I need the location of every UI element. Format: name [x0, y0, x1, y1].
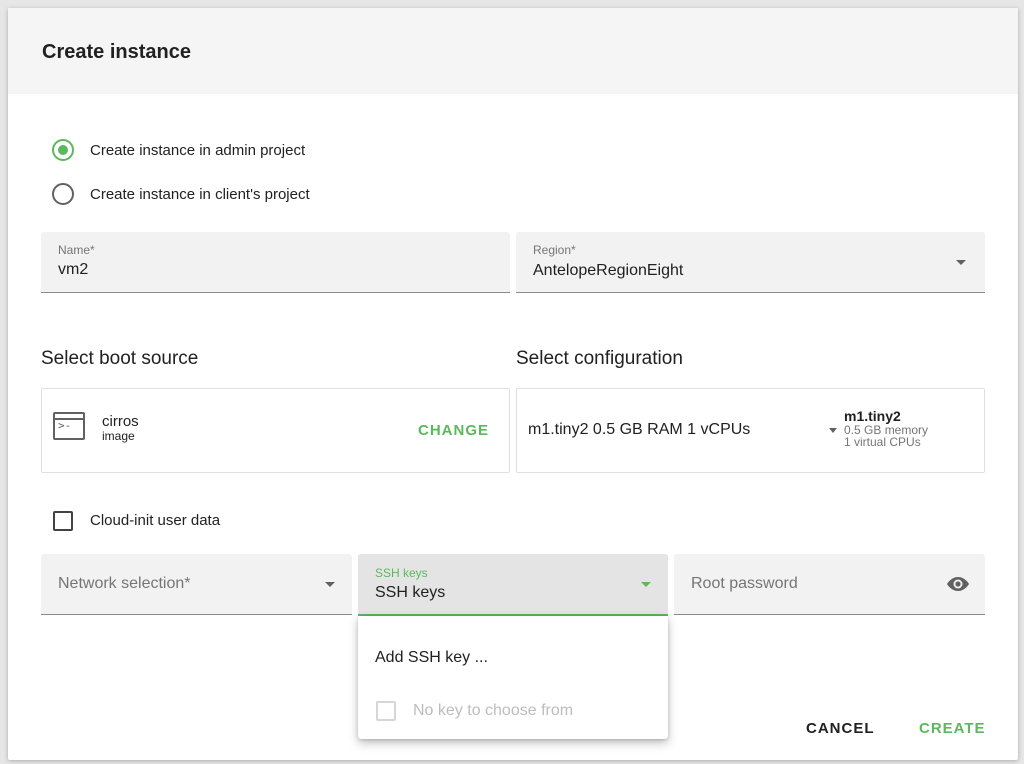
- radio-label-admin-project: Create instance in admin project: [90, 141, 306, 159]
- region-select[interactable]: Region* AntelopeRegionEight: [516, 232, 985, 293]
- configuration-selected: m1.tiny2 0.5 GB RAM 1 vCPUs: [528, 421, 751, 438]
- radio-button-unchecked[interactable]: [52, 183, 74, 205]
- network-select-placeholder: Network selection*: [58, 575, 191, 592]
- name-field-value[interactable]: vm2: [58, 261, 88, 279]
- caret-down-icon: [956, 260, 966, 265]
- radio-button-checked[interactable]: [52, 139, 74, 161]
- root-password-placeholder[interactable]: Root password: [691, 575, 798, 593]
- radio-admin-project[interactable]: Create instance in admin project: [52, 138, 305, 162]
- cloud-init-label: Cloud-init user data: [90, 512, 221, 529]
- no-key-checkbox: [376, 701, 396, 721]
- flavor-name: m1.tiny2: [844, 408, 901, 424]
- boot-source-title: Select boot source: [41, 348, 199, 369]
- configuration-title: Select configuration: [516, 348, 683, 369]
- flavor-cpus: 1 virtual CPUs: [844, 435, 921, 449]
- radio-client-project[interactable]: Create instance in client's project: [52, 182, 310, 206]
- cancel-button[interactable]: CANCEL: [806, 720, 875, 737]
- name-field-label: Name*: [58, 243, 95, 257]
- ssh-keys-dropdown: Add SSH key ... No key to choose from: [358, 616, 668, 739]
- region-field-label: Region*: [533, 243, 576, 257]
- add-ssh-key-item[interactable]: Add SSH key ...: [375, 649, 488, 667]
- eye-icon[interactable]: [945, 574, 971, 594]
- caret-down-icon: [325, 582, 335, 587]
- boot-source-name: cirros: [102, 413, 139, 430]
- name-field[interactable]: Name* vm2: [41, 232, 510, 293]
- boot-source-card: >- cirros image CHANGE: [41, 388, 510, 473]
- caret-down-icon: [641, 582, 651, 587]
- root-password-field[interactable]: Root password: [674, 554, 985, 615]
- ssh-keys-value: SSH keys: [375, 584, 446, 601]
- dialog-header: Create instance: [8, 8, 1018, 94]
- network-select[interactable]: Network selection*: [41, 554, 352, 615]
- caret-down-icon[interactable]: [829, 428, 837, 433]
- terminal-icon: >-: [53, 412, 85, 440]
- ssh-keys-select[interactable]: SSH keys SSH keys: [358, 554, 668, 616]
- boot-source-type: image: [102, 429, 135, 443]
- configuration-card[interactable]: m1.tiny2 0.5 GB RAM 1 vCPUs m1.tiny2 0.5…: [516, 388, 985, 473]
- ssh-keys-label: SSH keys: [375, 566, 428, 580]
- create-instance-dialog: Create instance Create instance in admin…: [8, 8, 1018, 760]
- create-button[interactable]: CREATE: [919, 720, 986, 737]
- dialog-title: Create instance: [42, 41, 191, 63]
- no-key-label: No key to choose from: [413, 702, 574, 719]
- cloud-init-checkbox[interactable]: [53, 511, 73, 531]
- change-boot-source-button[interactable]: CHANGE: [418, 422, 489, 439]
- radio-label-client-project: Create instance in client's project: [90, 185, 310, 203]
- region-field-value: AntelopeRegionEight: [533, 262, 684, 279]
